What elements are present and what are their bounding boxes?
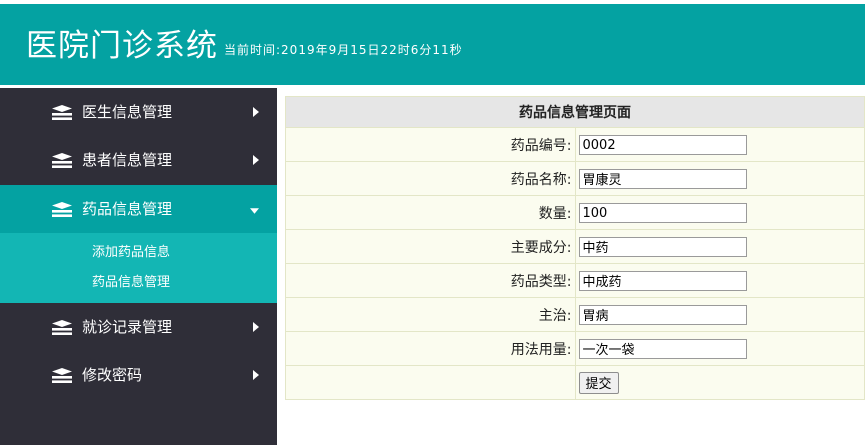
form-row: 药品名称: (285, 161, 865, 196)
sidebar-item-label: 患者信息管理 (82, 151, 173, 169)
stack-icon (52, 153, 72, 168)
field-label: 药品名称: (285, 161, 576, 196)
sidebar-item-doctor-info[interactable]: 医生信息管理 (0, 88, 277, 136)
form-row: 用法用量: (285, 331, 865, 366)
sidebar: 医生信息管理 患者信息管理 药品信息管理 添加药品信息 药品信息管理 就诊记录管… (0, 88, 277, 445)
chevron-right-icon (253, 155, 259, 165)
field-label: 数量: (285, 195, 576, 230)
medicine-id-input[interactable] (578, 135, 747, 156)
chevron-down-icon (250, 208, 259, 214)
app-header: 医院门诊系统 当前时间:2019年9月15日22时6分11秒 (0, 0, 865, 85)
form-header-row: 药品信息管理页面 (285, 96, 865, 128)
stack-icon (52, 202, 72, 217)
app-title: 医院门诊系统 (26, 28, 218, 64)
form-row: 药品编号: (285, 127, 865, 162)
medicine-submenu: 添加药品信息 药品信息管理 (0, 233, 277, 303)
medicine-name-input[interactable] (578, 168, 747, 189)
form-row: 主治: (285, 297, 865, 332)
medicine-form: 药品信息管理页面 药品编号: 药品名称: 数量: 主要成分: 药品类型: 主治:… (285, 96, 865, 400)
field-label: 用法用量: (285, 331, 576, 366)
sidebar-item-patient-info[interactable]: 患者信息管理 (0, 136, 277, 184)
form-submit-row: 提交 (285, 365, 865, 400)
indication-input[interactable] (578, 304, 747, 325)
current-time: 当前时间:2019年9月15日22时6分11秒 (224, 43, 463, 57)
stack-icon (52, 320, 72, 335)
field-label: 主要成分: (285, 229, 576, 264)
submenu-medicine-manage[interactable]: 药品信息管理 (92, 273, 170, 293)
ingredients-input[interactable] (578, 236, 747, 257)
quantity-input[interactable] (578, 203, 747, 224)
stack-icon (52, 368, 72, 383)
submenu-add-medicine[interactable]: 添加药品信息 (92, 243, 170, 263)
sidebar-item-change-password[interactable]: 修改密码 (0, 351, 277, 399)
chevron-right-icon (253, 322, 259, 332)
field-label: 主治: (285, 297, 576, 332)
sidebar-item-label: 医生信息管理 (82, 103, 173, 121)
stack-icon (52, 105, 72, 120)
sidebar-item-label: 修改密码 (82, 366, 143, 384)
form-title: 药品信息管理页面 (285, 96, 865, 128)
dosage-input[interactable] (578, 338, 747, 359)
header-top-strip (0, 0, 865, 4)
medicine-type-input[interactable] (578, 270, 747, 291)
sidebar-item-visit-records[interactable]: 就诊记录管理 (0, 303, 277, 351)
chevron-right-icon (253, 107, 259, 117)
form-row: 数量: (285, 195, 865, 230)
sidebar-item-medicine-info[interactable]: 药品信息管理 (0, 185, 277, 233)
sidebar-item-label: 药品信息管理 (82, 200, 173, 218)
chevron-right-icon (253, 370, 259, 380)
sidebar-item-label: 就诊记录管理 (82, 318, 173, 336)
field-label: 药品类型: (285, 263, 576, 298)
form-row: 药品类型: (285, 263, 865, 298)
field-label: 药品编号: (285, 127, 576, 162)
submit-button[interactable]: 提交 (578, 371, 619, 394)
form-row: 主要成分: (285, 229, 865, 264)
